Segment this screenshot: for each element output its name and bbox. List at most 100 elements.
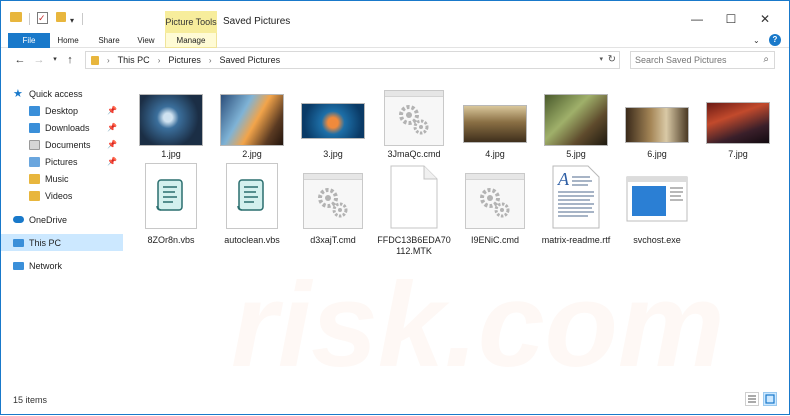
file-item[interactable]: 3JmaQc.cmd [377, 90, 451, 163]
maximize-button[interactable]: ☐ [723, 11, 739, 27]
status-bar: 15 items [1, 391, 789, 414]
nav-item-documents[interactable]: Documents 📌 [1, 136, 123, 153]
breadcrumb-this-pc[interactable]: This PC [118, 55, 150, 65]
details-view-button[interactable] [745, 392, 759, 406]
nav-item-downloads[interactable]: Downloads 📌 [1, 119, 123, 136]
folder-icon[interactable] [10, 12, 22, 22]
nav-label: This PC [29, 237, 62, 248]
file-name: 1.jpg [161, 149, 181, 159]
help-icon[interactable]: ? [769, 34, 781, 46]
forward-arrow-icon[interactable]: → [32, 53, 46, 67]
refresh-icon[interactable]: ↻ [608, 54, 616, 65]
file-name: 3.jpg [323, 149, 343, 159]
file-item[interactable]: svchost.exe [620, 163, 694, 255]
nav-item-pictures[interactable]: Pictures 📌 [1, 153, 123, 170]
pin-icon[interactable]: 📌 [107, 106, 117, 115]
file-name: FFDC13B6EDA70112.MTK [377, 235, 451, 256]
file-name: I9ENiC.cmd [470, 235, 519, 245]
image-thumbnail [220, 94, 284, 146]
nav-label: Desktop [45, 105, 79, 116]
large-icons-view-button[interactable] [763, 392, 777, 406]
file-name: 3JmaQc.cmd [387, 149, 441, 159]
file-list: 1.jpg 2.jpg 3.jpg 3JmaQc.cmd 4.jpg 5.jpg… [125, 77, 789, 387]
search-box[interactable]: ⌕ [630, 51, 775, 69]
file-name: 2.jpg [242, 149, 262, 159]
nav-quick-access[interactable]: ★ Quick access [1, 85, 123, 102]
executable-file-icon [626, 176, 688, 222]
nav-item-music[interactable]: Music [1, 170, 123, 187]
rtf-document-icon: A [552, 165, 600, 229]
file-item[interactable]: 4.jpg [458, 91, 532, 163]
up-arrow-icon[interactable]: ↑ [63, 53, 77, 67]
file-item[interactable]: A matrix-readme.rtf [539, 163, 613, 255]
chevron-right-icon: › [107, 55, 110, 65]
file-item[interactable]: 7.jpg [701, 91, 775, 163]
cmd-file-icon [465, 173, 525, 229]
tab-file[interactable]: File [8, 33, 50, 48]
chevron-right-icon: › [157, 55, 161, 65]
gear-icon [480, 188, 510, 218]
desktop-icon [29, 105, 40, 116]
file-item[interactable]: I9ENiC.cmd [458, 163, 532, 255]
file-item[interactable]: d3xajT.cmd [296, 163, 370, 255]
vbs-scroll-icon [156, 179, 183, 211]
new-folder-icon[interactable] [56, 12, 66, 22]
search-icon[interactable]: ⌕ [763, 54, 769, 65]
cloud-icon [13, 216, 24, 223]
minimize-button[interactable]: — [689, 11, 705, 27]
file-item[interactable]: 3.jpg [296, 91, 370, 163]
file-item[interactable]: 5.jpg [539, 91, 613, 163]
network-icon [13, 261, 24, 270]
tab-share[interactable]: Share [93, 33, 125, 48]
address-bar[interactable]: › This PC › Pictures › Saved Pictures ▾ … [85, 51, 620, 69]
file-item[interactable]: 6.jpg [620, 91, 694, 163]
blank-file-icon [390, 165, 438, 229]
tab-home[interactable]: Home [53, 33, 83, 48]
nav-item-videos[interactable]: Videos [1, 187, 123, 204]
nav-network[interactable]: Network [1, 257, 123, 274]
search-input[interactable] [635, 54, 755, 66]
tab-manage[interactable]: Manage [165, 33, 217, 48]
file-name: autoclean.vbs [224, 235, 280, 245]
file-item[interactable]: autoclean.vbs [215, 163, 289, 255]
script-file-icon [145, 163, 197, 229]
pin-icon[interactable]: 📌 [107, 140, 117, 149]
documents-icon [29, 139, 40, 150]
file-name: d3xajT.cmd [310, 235, 356, 245]
videos-icon [29, 190, 40, 201]
close-button[interactable]: ✕ [757, 11, 773, 27]
back-arrow-icon[interactable]: ← [13, 53, 27, 67]
file-item[interactable]: FFDC13B6EDA70112.MTK [377, 163, 451, 256]
nav-onedrive[interactable]: OneDrive [1, 211, 123, 228]
nav-item-desktop[interactable]: Desktop 📌 [1, 102, 123, 119]
expand-ribbon-icon[interactable]: ⌄ [753, 33, 760, 48]
chevron-down-icon[interactable]: ▾ [599, 55, 603, 63]
file-name: 8ZOr8n.vbs [147, 235, 195, 245]
computer-icon [13, 238, 24, 247]
file-name: matrix-readme.rtf [541, 235, 611, 245]
file-name: 6.jpg [647, 149, 667, 159]
tab-view[interactable]: View [131, 33, 161, 48]
file-item[interactable]: 8ZOr8n.vbs [134, 163, 208, 255]
image-thumbnail [301, 103, 365, 139]
pin-icon[interactable]: 📌 [107, 157, 117, 166]
explorer-window: ✓ ▾ Picture Tools Saved Pictures — ☐ ✕ F… [0, 0, 790, 415]
recent-locations-icon[interactable]: ▾ [48, 53, 62, 67]
nav-this-pc[interactable]: This PC [1, 234, 123, 251]
breadcrumb-pictures[interactable]: Pictures [168, 55, 201, 65]
file-name: 5.jpg [566, 149, 586, 159]
star-icon: ★ [13, 87, 23, 100]
properties-icon[interactable]: ✓ [37, 12, 48, 24]
nav-label: Pictures [45, 156, 78, 167]
breadcrumb-saved-pictures[interactable]: Saved Pictures [220, 55, 281, 65]
download-icon [29, 122, 40, 133]
pictures-icon [29, 156, 40, 167]
details-view-icon [748, 395, 756, 403]
script-file-icon [226, 163, 278, 229]
pin-icon[interactable]: 📌 [107, 123, 117, 132]
file-item[interactable]: 1.jpg [134, 91, 208, 163]
navigation-pane: ★ Quick access Desktop 📌 Downloads 📌 Doc… [1, 77, 123, 387]
file-item[interactable]: 2.jpg [215, 91, 289, 163]
file-name: 7.jpg [728, 149, 748, 159]
customize-toolbar-icon[interactable]: ▾ [70, 12, 74, 28]
